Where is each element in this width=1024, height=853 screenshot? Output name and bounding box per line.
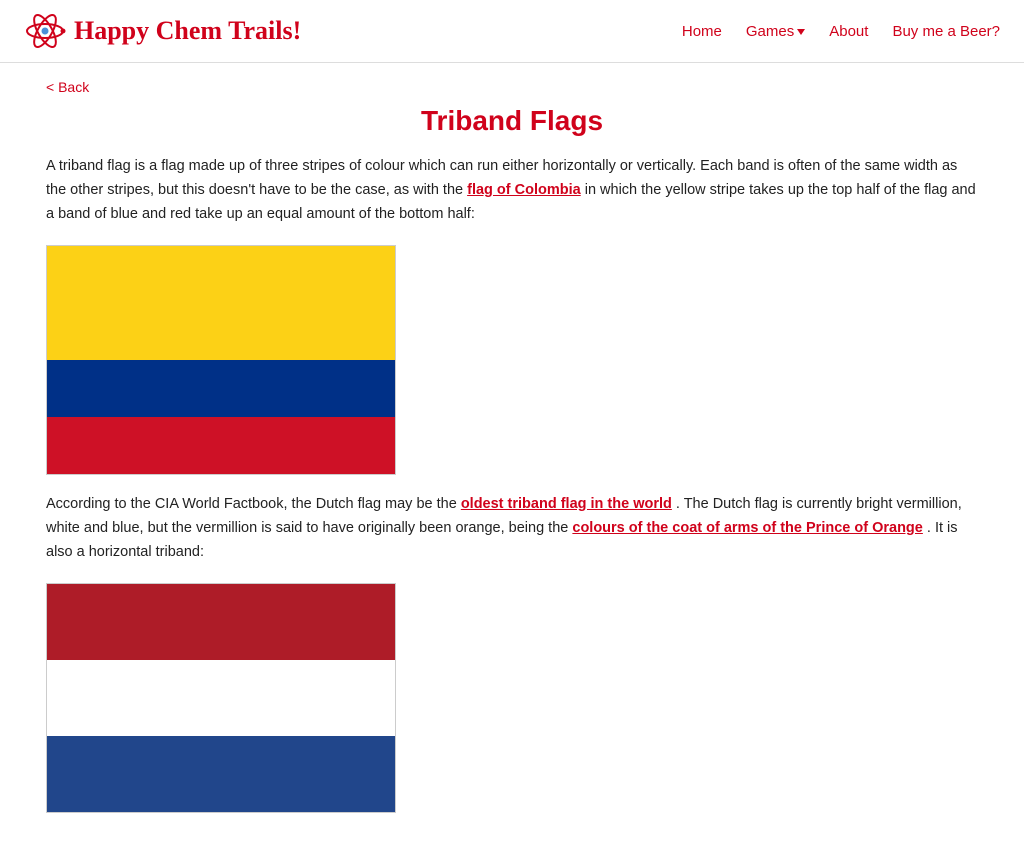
- nav-games[interactable]: Games: [746, 23, 805, 40]
- colombia-flag: [46, 245, 396, 475]
- chevron-down-icon: [797, 29, 805, 35]
- colombia-flag-blue: [47, 360, 395, 417]
- prince-of-orange-link[interactable]: colours of the coat of arms of the Princ…: [572, 520, 922, 536]
- back-link[interactable]: < Back: [46, 79, 89, 95]
- colombia-flag-yellow: [47, 246, 395, 360]
- nav-about[interactable]: About: [829, 23, 868, 40]
- dutch-flag-blue: [47, 736, 395, 812]
- dutch-flag: [46, 583, 396, 813]
- logo-text: Happy Chem Trails!: [74, 16, 301, 46]
- dutch-flag-white: [47, 660, 395, 736]
- colombia-flag-link[interactable]: flag of Colombia: [467, 182, 581, 198]
- main-content: < Back Triband Flags A triband flag is a…: [22, 63, 1002, 853]
- second-paragraph: According to the CIA World Factbook, the…: [46, 493, 978, 565]
- intro-paragraph: A triband flag is a flag made up of thre…: [46, 155, 978, 227]
- site-header: Happy Chem Trails! Home Games About Buy …: [0, 0, 1024, 63]
- nav-buy-beer[interactable]: Buy me a Beer?: [892, 23, 1000, 40]
- page-title: Triband Flags: [46, 105, 978, 137]
- logo-area[interactable]: Happy Chem Trails!: [24, 10, 301, 52]
- dutch-flag-red: [47, 584, 395, 660]
- main-nav: Home Games About Buy me a Beer?: [682, 23, 1000, 40]
- nav-home[interactable]: Home: [682, 23, 722, 40]
- oldest-triband-link[interactable]: oldest triband flag in the world: [461, 496, 672, 512]
- colombia-flag-red: [47, 417, 395, 474]
- atom-icon: [24, 10, 66, 52]
